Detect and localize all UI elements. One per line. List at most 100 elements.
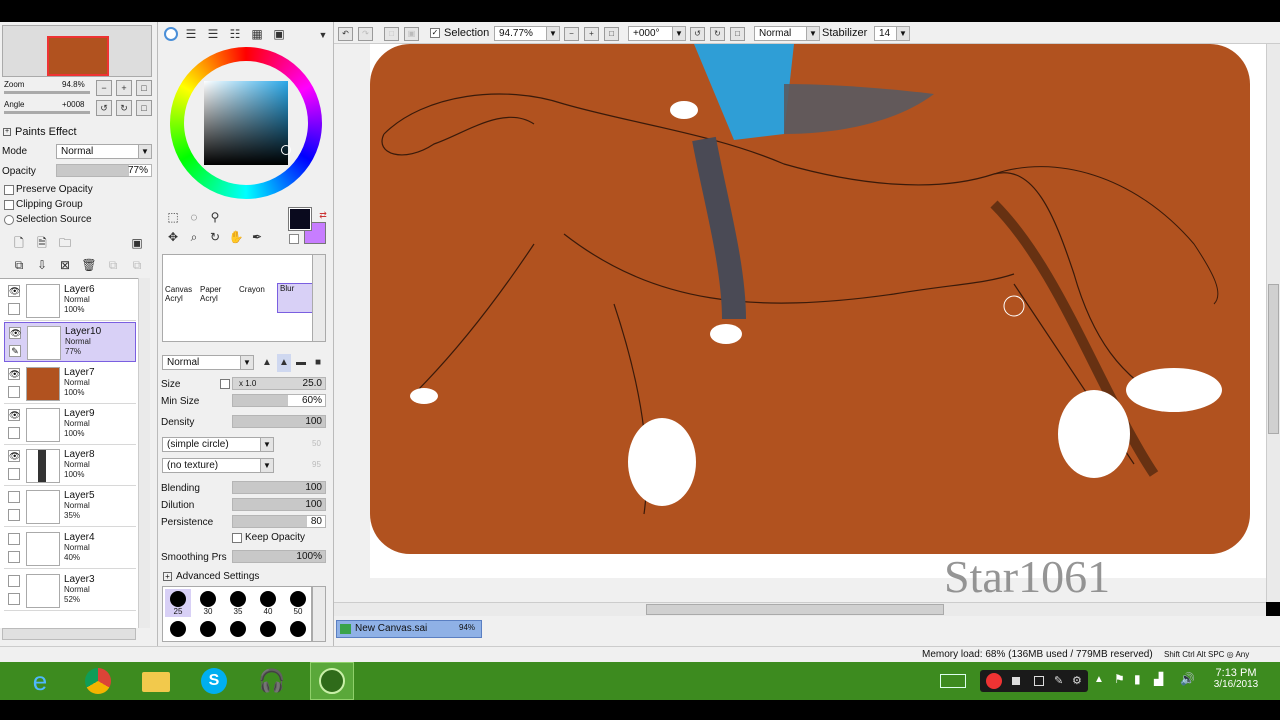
brush-paper-acryl[interactable]: Paper Acryl [200, 285, 232, 313]
layer-mode-select[interactable]: Normal ▼ [56, 144, 152, 159]
internet-explorer-icon[interactable]: e [20, 664, 60, 698]
layer-list-scrollbar[interactable] [138, 278, 150, 628]
tray-flag-icon[interactable]: ⚑ [1114, 672, 1125, 686]
invert-selection-button[interactable]: ▣ [404, 27, 419, 41]
smoothing-slider[interactable]: 100% [232, 550, 326, 563]
vertical-scroll-thumb[interactable] [1268, 284, 1279, 434]
delete-mask-icon[interactable]: ⧉ [128, 256, 146, 274]
canvas-artwork[interactable] [334, 44, 1266, 602]
brush-shape-select[interactable]: (simple circle) ▼ [162, 437, 274, 452]
rotate-ccw-toolbar-button[interactable]: ↺ [690, 27, 705, 41]
rotate-cw-toolbar-button[interactable]: ↻ [710, 27, 725, 41]
color-panel-menu-icon[interactable]: ▼ [314, 26, 332, 44]
layer-row[interactable]: 👁 Layer7 Normal 100% [4, 364, 136, 404]
undo-button[interactable]: ↶ [338, 27, 353, 41]
deselect-button[interactable]: □ [384, 27, 399, 41]
keyboard-icon[interactable] [940, 674, 966, 688]
copy-layer-icon[interactable]: ⧉ [10, 256, 28, 274]
visibility-eye-icon[interactable]: 👁 [8, 368, 20, 380]
rotate-left-button[interactable]: ↺ [96, 100, 112, 116]
color-wheel-mode-icon[interactable] [164, 27, 178, 41]
brush-size-preset[interactable] [195, 619, 221, 647]
left-horizontal-scrollbar[interactable] [2, 628, 136, 640]
rect-select-icon[interactable]: ⬚ [164, 208, 182, 226]
rotate-reset-toolbar-button[interactable]: □ [730, 27, 745, 41]
document-tab[interactable]: New Canvas.sai 94% [336, 620, 482, 638]
advanced-settings-label[interactable]: Advanced Settings [176, 571, 259, 582]
zoom-reset-button[interactable]: □ [136, 80, 152, 96]
brush-size-preset[interactable]: 40 [255, 589, 281, 617]
file-explorer-icon[interactable] [136, 664, 176, 698]
visibility-eye-icon[interactable]: 👁 [8, 409, 20, 421]
rgb-slider-mode-icon[interactable]: ☰ [182, 25, 200, 43]
brush-blur-selected[interactable]: Blur [277, 283, 313, 313]
brush-blend-select[interactable]: Normal ▼ [162, 355, 254, 370]
brush-size-preset[interactable]: 35 [225, 589, 251, 617]
layer-mask-icon[interactable]: ▣ [128, 234, 146, 252]
new-layer-icon[interactable]: 🗋 [10, 234, 28, 252]
clipping-group-checkbox[interactable] [4, 200, 14, 210]
layer-row[interactable]: 👁 Layer6 Normal 100% [4, 281, 136, 321]
opacity-slider[interactable]: 77% [56, 164, 152, 177]
swap-colors-icon[interactable]: ⇄ [314, 206, 332, 224]
zoom-in-button[interactable]: + [116, 80, 132, 96]
screen-recorder-widget[interactable]: ✎ ⚙ [980, 670, 1088, 692]
selection-source-checkbox[interactable] [4, 215, 14, 225]
zoom-in-toolbar-button[interactable]: + [584, 27, 599, 41]
brush-grid-scrollbar[interactable] [312, 254, 326, 342]
canvas-vertical-scrollbar[interactable] [1266, 44, 1280, 602]
chrome-icon[interactable] [78, 664, 118, 698]
visibility-eye-icon[interactable]: 👁 [8, 285, 20, 297]
lock-toggle[interactable] [8, 551, 20, 563]
layer-row[interactable]: Layer5 Normal 35% [4, 487, 136, 527]
new-folder-icon[interactable]: 🗀 [56, 234, 74, 252]
canvas-viewport[interactable]: Star1061 [334, 44, 1266, 602]
magic-wand-icon[interactable]: ⚲ [206, 208, 224, 226]
zoom-slider[interactable] [4, 91, 90, 94]
size-lock-checkbox[interactable] [220, 379, 230, 389]
brush-size-preset[interactable] [165, 619, 191, 647]
tray-device-icon[interactable]: ▮ [1134, 672, 1141, 686]
saturation-value-square[interactable] [204, 81, 288, 165]
dilution-slider[interactable]: 100 [232, 498, 326, 511]
record-stop-icon[interactable] [1012, 677, 1020, 685]
brush-crayon[interactable]: Crayon [239, 285, 273, 313]
zoom-tool-icon[interactable]: ⌕ [185, 228, 203, 246]
shape-round-icon[interactable]: ▲ [277, 354, 291, 372]
layer-row[interactable]: Layer4 Normal 40% [4, 529, 136, 569]
shape-square-icon[interactable]: ▲ [260, 354, 274, 372]
brush-size-preset[interactable]: 50 [285, 589, 311, 617]
horizontal-scroll-thumb[interactable] [646, 604, 944, 615]
canvas-horizontal-scrollbar[interactable] [334, 602, 1266, 616]
palette-mode-icon[interactable]: ▣ [270, 25, 288, 43]
lock-toggle[interactable] [8, 427, 20, 439]
keep-opacity-checkbox[interactable] [232, 533, 242, 543]
brush-canvas-acryl[interactable]: Canvas Acryl [165, 285, 197, 313]
apply-mask-icon[interactable]: ⧉ [104, 256, 122, 274]
record-pause-icon[interactable] [986, 673, 1002, 689]
swatches-mode-icon[interactable]: ☷ [226, 25, 244, 43]
primary-color-swatch[interactable] [288, 207, 312, 231]
lock-toggle[interactable] [8, 593, 20, 605]
new-linework-layer-icon[interactable]: 🗎 [33, 234, 51, 252]
recorder-settings-icon[interactable]: ⚙ [1072, 674, 1082, 687]
layer-row[interactable]: 👁 Layer8 Normal 100% [4, 446, 136, 486]
layer-row[interactable]: 👁 Layer9 Normal 100% [4, 405, 136, 445]
rotate-right-button[interactable]: ↻ [116, 100, 132, 116]
brush-size-preset[interactable]: 30 [195, 589, 221, 617]
layer-list[interactable]: 👁 Layer6 Normal 100% 👁 ✎ Layer10 Normal … [0, 278, 150, 628]
paint-brush-icon[interactable]: ✎ [9, 345, 21, 357]
hsv-slider-mode-icon[interactable]: ☰ [204, 25, 222, 43]
visibility-toggle[interactable] [8, 533, 20, 545]
angle-slider[interactable] [4, 111, 90, 114]
preserve-opacity-checkbox[interactable] [4, 185, 14, 195]
paint-effect-expand-icon[interactable]: + [3, 128, 11, 136]
lasso-icon[interactable]: ◌ [185, 208, 203, 226]
selection-checkbox[interactable]: ✓ [430, 28, 440, 38]
delete-layer-icon[interactable]: 🗑 [80, 256, 98, 274]
shape-custom-icon[interactable]: ■ [311, 354, 325, 372]
tray-volume-icon[interactable]: 🔊 [1180, 672, 1195, 686]
tray-chevron-up-icon[interactable]: ▲ [1094, 674, 1104, 685]
scratchpad-mode-icon[interactable]: ▦ [248, 25, 266, 43]
paint-tool-sai-icon[interactable] [310, 662, 354, 700]
